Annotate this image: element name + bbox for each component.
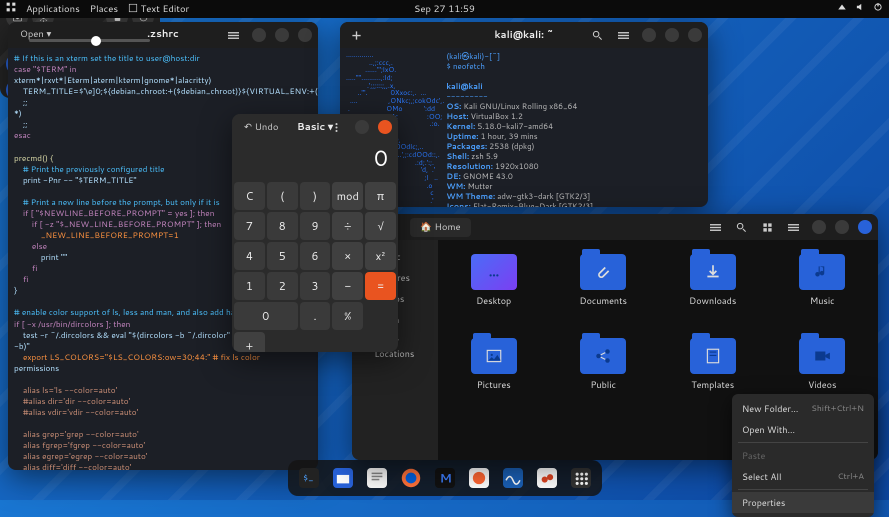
- close-button[interactable]: [688, 28, 702, 42]
- folder-pictures[interactable]: Pictures: [448, 338, 540, 412]
- editor-titlebar[interactable]: Open ▾ .zshrc: [8, 22, 318, 48]
- minimize-button[interactable]: [252, 28, 266, 42]
- calc-key-=[interactable]: =: [365, 272, 396, 300]
- calc-key-8[interactable]: 8: [267, 212, 298, 240]
- neofetch-info: (kali㉿kali)-[~]$ neofetch kali@kali-----…: [446, 52, 609, 207]
- dock-wireshark[interactable]: [500, 465, 526, 491]
- files-titlebar[interactable]: 🏠 Home: [352, 214, 878, 240]
- svg-text:M: M: [439, 470, 451, 487]
- top-bar: Applications Places Text Editor Sep 27 1…: [0, 0, 889, 18]
- calc-key-9[interactable]: 9: [300, 212, 331, 240]
- minimize-button[interactable]: [355, 120, 369, 134]
- ctx-select-all[interactable]: Select AllCtrl+A: [732, 466, 874, 487]
- calc-key-4[interactable]: 4: [234, 242, 265, 270]
- power-icon[interactable]: [873, 2, 883, 16]
- active-app[interactable]: Text Editor: [128, 3, 189, 16]
- new-tab-icon[interactable]: [346, 25, 366, 45]
- terminal-titlebar[interactable]: kali@kali: ~: [340, 22, 708, 48]
- calc-key-6[interactable]: 6: [300, 242, 331, 270]
- calculator-window: ↶ Undo Basic ▾ 0 C( )modπ 789÷√ 456×x² 123−…: [232, 114, 398, 352]
- calc-display: 0: [232, 140, 398, 180]
- calc-key-5[interactable]: 5: [267, 242, 298, 270]
- network-icon[interactable]: [837, 2, 847, 16]
- minimize-button[interactable]: [812, 220, 826, 234]
- calc-key-√[interactable]: √: [365, 212, 396, 240]
- calc-key-mod[interactable]: mod: [332, 182, 363, 210]
- folder-downloads[interactable]: Downloads: [667, 254, 759, 328]
- close-button[interactable]: [298, 28, 312, 42]
- undo-button[interactable]: ↶ Undo: [238, 119, 284, 136]
- places-menu[interactable]: Places: [90, 3, 118, 16]
- maximize-button[interactable]: [275, 28, 289, 42]
- calc-key- )[interactable]: ): [300, 182, 331, 210]
- dock-apps-grid[interactable]: [568, 465, 594, 491]
- calc-key-.[interactable]: .: [300, 302, 331, 330]
- calc-key-+[interactable]: +: [234, 332, 265, 352]
- close-button[interactable]: [858, 220, 872, 234]
- svg-text:$_: $_: [302, 471, 313, 484]
- calc-key-0[interactable]: 0: [234, 302, 298, 330]
- dock-burp[interactable]: [466, 465, 492, 491]
- folder-documents[interactable]: Documents: [558, 254, 650, 328]
- search-icon[interactable]: [587, 25, 607, 45]
- calc-key-×[interactable]: ×: [332, 242, 363, 270]
- calc-key-−[interactable]: −: [332, 272, 363, 300]
- editor-title: .zshrc: [147, 28, 178, 42]
- ctx-paste: Paste: [732, 445, 874, 466]
- dock-metasploit[interactable]: M: [432, 465, 458, 491]
- folder-public[interactable]: Public: [558, 338, 650, 412]
- applications-menu[interactable]: Applications: [26, 3, 80, 16]
- clock[interactable]: Sep 27 11:59: [414, 3, 475, 16]
- menu-icon[interactable]: [223, 25, 243, 45]
- calc-key-x²[interactable]: x²: [365, 242, 396, 270]
- ctx-properties[interactable]: Properties: [732, 492, 874, 513]
- close-button[interactable]: [378, 120, 392, 134]
- folder-music[interactable]: Music: [777, 254, 869, 328]
- view-icon[interactable]: [757, 217, 777, 237]
- minimize-button[interactable]: [642, 28, 656, 42]
- dock: $_ M: [288, 460, 602, 496]
- calc-key-3[interactable]: 3: [300, 272, 331, 300]
- calc-titlebar[interactable]: ↶ Undo Basic ▾: [232, 114, 398, 140]
- maximize-button[interactable]: [835, 220, 849, 234]
- search-icon[interactable]: [731, 217, 751, 237]
- list-icon[interactable]: [705, 217, 725, 237]
- ctx-new-folder-[interactable]: New Folder…Shift+Ctrl+N: [732, 398, 874, 419]
- volume-icon[interactable]: [855, 2, 865, 16]
- dock-terminal[interactable]: $_: [296, 465, 322, 491]
- calc-key-([interactable]: (: [267, 182, 298, 210]
- menu-icon[interactable]: [613, 25, 633, 45]
- dock-firefox[interactable]: [398, 465, 424, 491]
- calc-key-2[interactable]: 2: [267, 272, 298, 300]
- calc-key-÷[interactable]: ÷: [332, 212, 363, 240]
- activities-button[interactable]: [6, 2, 16, 16]
- folder-desktop[interactable]: Desktop: [448, 254, 540, 328]
- calc-mode[interactable]: Basic ▾: [297, 120, 333, 134]
- dock-editor[interactable]: [364, 465, 390, 491]
- calc-key-C[interactable]: C: [234, 182, 265, 210]
- calc-key-1[interactable]: 1: [234, 272, 265, 300]
- dock-cherrytree[interactable]: [534, 465, 560, 491]
- menu-icon[interactable]: [783, 217, 803, 237]
- calc-keypad: C( )modπ 789÷√ 456×x² 123−= 0.% +: [232, 180, 398, 352]
- calc-key-%[interactable]: %: [332, 302, 363, 330]
- dock-files[interactable]: [330, 465, 356, 491]
- terminal-title: kali@kali: ~: [495, 28, 554, 42]
- calc-key-π[interactable]: π: [365, 182, 396, 210]
- ctx-open-with-[interactable]: Open With…: [732, 419, 874, 440]
- context-menu: New Folder…Shift+Ctrl+NOpen With… PasteSe…: [732, 394, 874, 517]
- calc-key-7[interactable]: 7: [234, 212, 265, 240]
- maximize-button[interactable]: [665, 28, 679, 42]
- breadcrumb[interactable]: 🏠 Home: [410, 218, 471, 237]
